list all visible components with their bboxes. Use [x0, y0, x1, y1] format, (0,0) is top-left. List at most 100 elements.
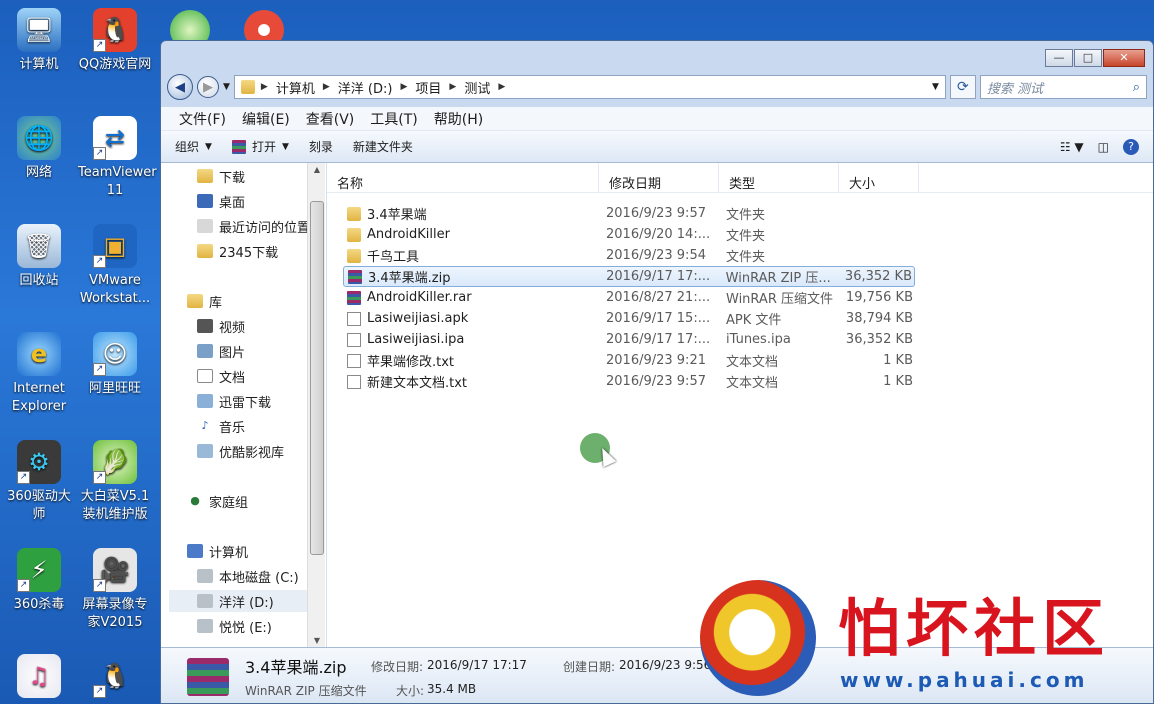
search-icon[interactable]: ⌕	[1133, 80, 1140, 95]
chevron-right-icon[interactable]: ▶	[259, 82, 270, 92]
details-created-value: 2016/9/23 9:56	[619, 658, 712, 672]
nav-item-pictures[interactable]: 图片	[197, 340, 245, 362]
desktop-icon-qq-game[interactable]: 🐧 ↗ QQ游戏官网	[78, 8, 152, 74]
maximize-button[interactable]: □	[1074, 49, 1102, 67]
drive-icon	[197, 594, 213, 608]
folder-icon	[347, 227, 361, 242]
open-button[interactable]: 打开 ▼	[231, 138, 289, 155]
file-row[interactable]: Lasiweijiasi.apk 2016/9/17 15:... APK 文件 38…	[343, 308, 915, 329]
column-header-type[interactable]: 类型	[719, 163, 839, 193]
column-header-name[interactable]: 名称	[327, 163, 599, 193]
file-list: 名称 修改日期 类型 大小 3.4苹果端 2016/9/23 9:57 文件夹 And…	[327, 163, 1153, 647]
breadcrumb-computer[interactable]: 计算机	[270, 78, 321, 97]
nav-item-2345-downloads[interactable]: 2345下载	[197, 240, 278, 262]
nav-item-homegroup[interactable]: ● 家庭组	[187, 490, 248, 512]
nav-item-drive-c[interactable]: 本地磁盘 (C:)	[197, 565, 299, 587]
nav-item-downloads[interactable]: 下载	[197, 165, 245, 187]
nav-item-drive-e[interactable]: 悦悦 (E:)	[197, 615, 272, 637]
desktop-icon-ie[interactable]: e Internet Explorer	[2, 332, 76, 416]
itunes-icon: ♫	[17, 654, 61, 698]
details-size-label: 大小:	[396, 684, 425, 698]
chevron-down-icon: ▼	[205, 141, 212, 152]
nav-item-drive-d[interactable]: 洋洋 (D:)	[169, 590, 307, 612]
file-name-cell: Lasiweijiasi.apk	[343, 311, 605, 326]
scrollbar-thumb[interactable]	[310, 201, 324, 555]
360-driver-icon: ⚙ ↗	[17, 440, 61, 484]
menu-file[interactable]: 文件(F)	[171, 107, 234, 131]
file-row[interactable]: AndroidKiller.rar 2016/8/27 21:... WinRAR …	[343, 287, 915, 308]
file-row[interactable]: 苹果端修改.txt 2016/9/23 9:21 文本文档 1 KB	[343, 350, 915, 371]
breadcrumb-drive-d[interactable]: 洋洋 (D:)	[332, 78, 399, 97]
desktop-icon-itunes[interactable]: ♫	[2, 654, 76, 702]
preview-pane-icon[interactable]: ◫	[1098, 140, 1109, 154]
menu-edit[interactable]: 编辑(E)	[234, 107, 298, 131]
nav-item-documents[interactable]: 文档	[197, 365, 245, 387]
minimize-button[interactable]: —	[1045, 49, 1073, 67]
breadcrumb-test[interactable]: 测试	[458, 78, 496, 97]
chevron-right-icon[interactable]: ▶	[447, 82, 458, 92]
desktop-icon-teamviewer[interactable]: ⇄ ↗ TeamViewer 11	[78, 116, 157, 200]
refresh-button[interactable]: ⟳	[949, 75, 976, 99]
command-bar: 组织 ▼ 打开 ▼ 刻录 新建文件夹 ☷ ▼ ◫ ?	[161, 131, 1153, 163]
file-size-cell: 36,352 KB	[845, 332, 913, 347]
file-row[interactable]: 3.4苹果端 2016/9/23 9:57 文件夹	[343, 203, 915, 224]
column-header-size[interactable]: 大小	[839, 163, 919, 193]
help-icon[interactable]: ?	[1123, 138, 1139, 155]
history-dropdown-icon[interactable]: ▼	[223, 82, 230, 92]
back-button[interactable]: ◀	[167, 74, 193, 100]
address-dropdown-icon[interactable]: ▼	[932, 82, 945, 92]
scroll-down-icon[interactable]: ▼	[308, 636, 326, 645]
file-row[interactable]: 新建文本文档.txt 2016/9/23 9:57 文本文档 1 KB	[343, 371, 915, 392]
music-icon: ♪	[201, 419, 209, 432]
nav-item-music[interactable]: ♪ 音乐	[197, 415, 245, 437]
search-input[interactable]: 搜索 测试 ⌕	[979, 75, 1147, 99]
desktop-icon-qq[interactable]: 🐧 ↗	[78, 654, 152, 702]
file-icon	[347, 332, 361, 347]
forward-button[interactable]: ▶	[197, 76, 219, 98]
desktop-icon-360-antivirus[interactable]: ⚡ ↗ 360杀毒	[2, 548, 76, 614]
nav-item-youku[interactable]: 优酷影视库	[197, 440, 284, 462]
organize-button[interactable]: 组织 ▼	[175, 138, 212, 155]
nav-item-thunder-downloads[interactable]: 迅雷下载	[197, 390, 271, 412]
file-row[interactable]: Lasiweijiasi.ipa 2016/9/17 17:... iTunes.i…	[343, 329, 915, 350]
file-size-cell: 1 KB	[883, 353, 913, 368]
file-date-cell: 2016/9/23 9:57	[606, 374, 706, 389]
new-folder-button[interactable]: 新建文件夹	[353, 138, 413, 155]
menu-tools[interactable]: 工具(T)	[362, 107, 425, 131]
desktop-icon-dabaicai[interactable]: 🥬 ↗ 大白菜V5.1装机维护版	[78, 440, 152, 524]
desktop-icon-network[interactable]: 🌐 网络	[2, 116, 76, 182]
scroll-up-icon[interactable]: ▲	[308, 165, 326, 174]
desktop-icon-screen-recorder[interactable]: 🎥 ↗ 屏幕录像专家V2015	[78, 548, 152, 632]
file-row[interactable]: 3.4苹果端.zip 2016/9/17 17:... WinRAR ZIP 压..…	[343, 266, 915, 287]
file-date-cell: 2016/9/23 9:54	[606, 248, 706, 263]
burn-button[interactable]: 刻录	[309, 138, 333, 155]
nav-item-videos[interactable]: 视频	[197, 315, 245, 337]
close-button[interactable]: ✕	[1103, 49, 1145, 67]
file-row[interactable]: 千鸟工具 2016/9/23 9:54 文件夹	[343, 245, 915, 266]
view-options-icon[interactable]: ☷ ▼	[1060, 140, 1084, 154]
desktop-icon-360-driver[interactable]: ⚙ ↗ 360驱动大师	[2, 440, 76, 524]
column-header-date[interactable]: 修改日期	[599, 163, 719, 193]
nav-item-recent[interactable]: 最近访问的位置	[197, 215, 310, 237]
nav-item-libraries[interactable]: 库	[187, 290, 222, 312]
desktop-icon-aliwangwang[interactable]: ☺ ↗ 阿里旺旺	[78, 332, 152, 398]
address-bar[interactable]: ▶ 计算机 ▶ 洋洋 (D:) ▶ 项目 ▶ 测试 ▶ ▼	[233, 75, 946, 99]
desktop-icon-vmware[interactable]: ▣ ↗ VMware Workstat...	[78, 224, 152, 308]
nav-item-desktop[interactable]: 桌面	[197, 190, 245, 212]
chevron-right-icon[interactable]: ▶	[398, 82, 409, 92]
chevron-right-icon[interactable]: ▶	[321, 82, 332, 92]
chevron-right-icon[interactable]: ▶	[496, 82, 507, 92]
dabaicai-icon: 🥬 ↗	[93, 440, 137, 484]
desktop-icon-recycle-bin[interactable]: 🗑 回收站	[2, 224, 76, 290]
navigation-scrollbar[interactable]: ▲ ▼	[307, 163, 325, 647]
folder-icon	[240, 80, 255, 94]
desktop-icon-computer[interactable]: 🖥 计算机	[2, 8, 76, 74]
file-type-cell: 文件夹	[726, 229, 766, 244]
breadcrumb-project[interactable]: 项目	[409, 78, 447, 97]
nav-item-computer[interactable]: 计算机	[187, 540, 248, 562]
file-row[interactable]: AndroidKiller 2016/9/20 14:... 文件夹	[343, 224, 915, 245]
menu-view[interactable]: 查看(V)	[298, 107, 363, 131]
menu-help[interactable]: 帮助(H)	[426, 107, 491, 131]
folder-icon	[347, 206, 361, 221]
qq-icon: 🐧 ↗	[93, 654, 137, 698]
